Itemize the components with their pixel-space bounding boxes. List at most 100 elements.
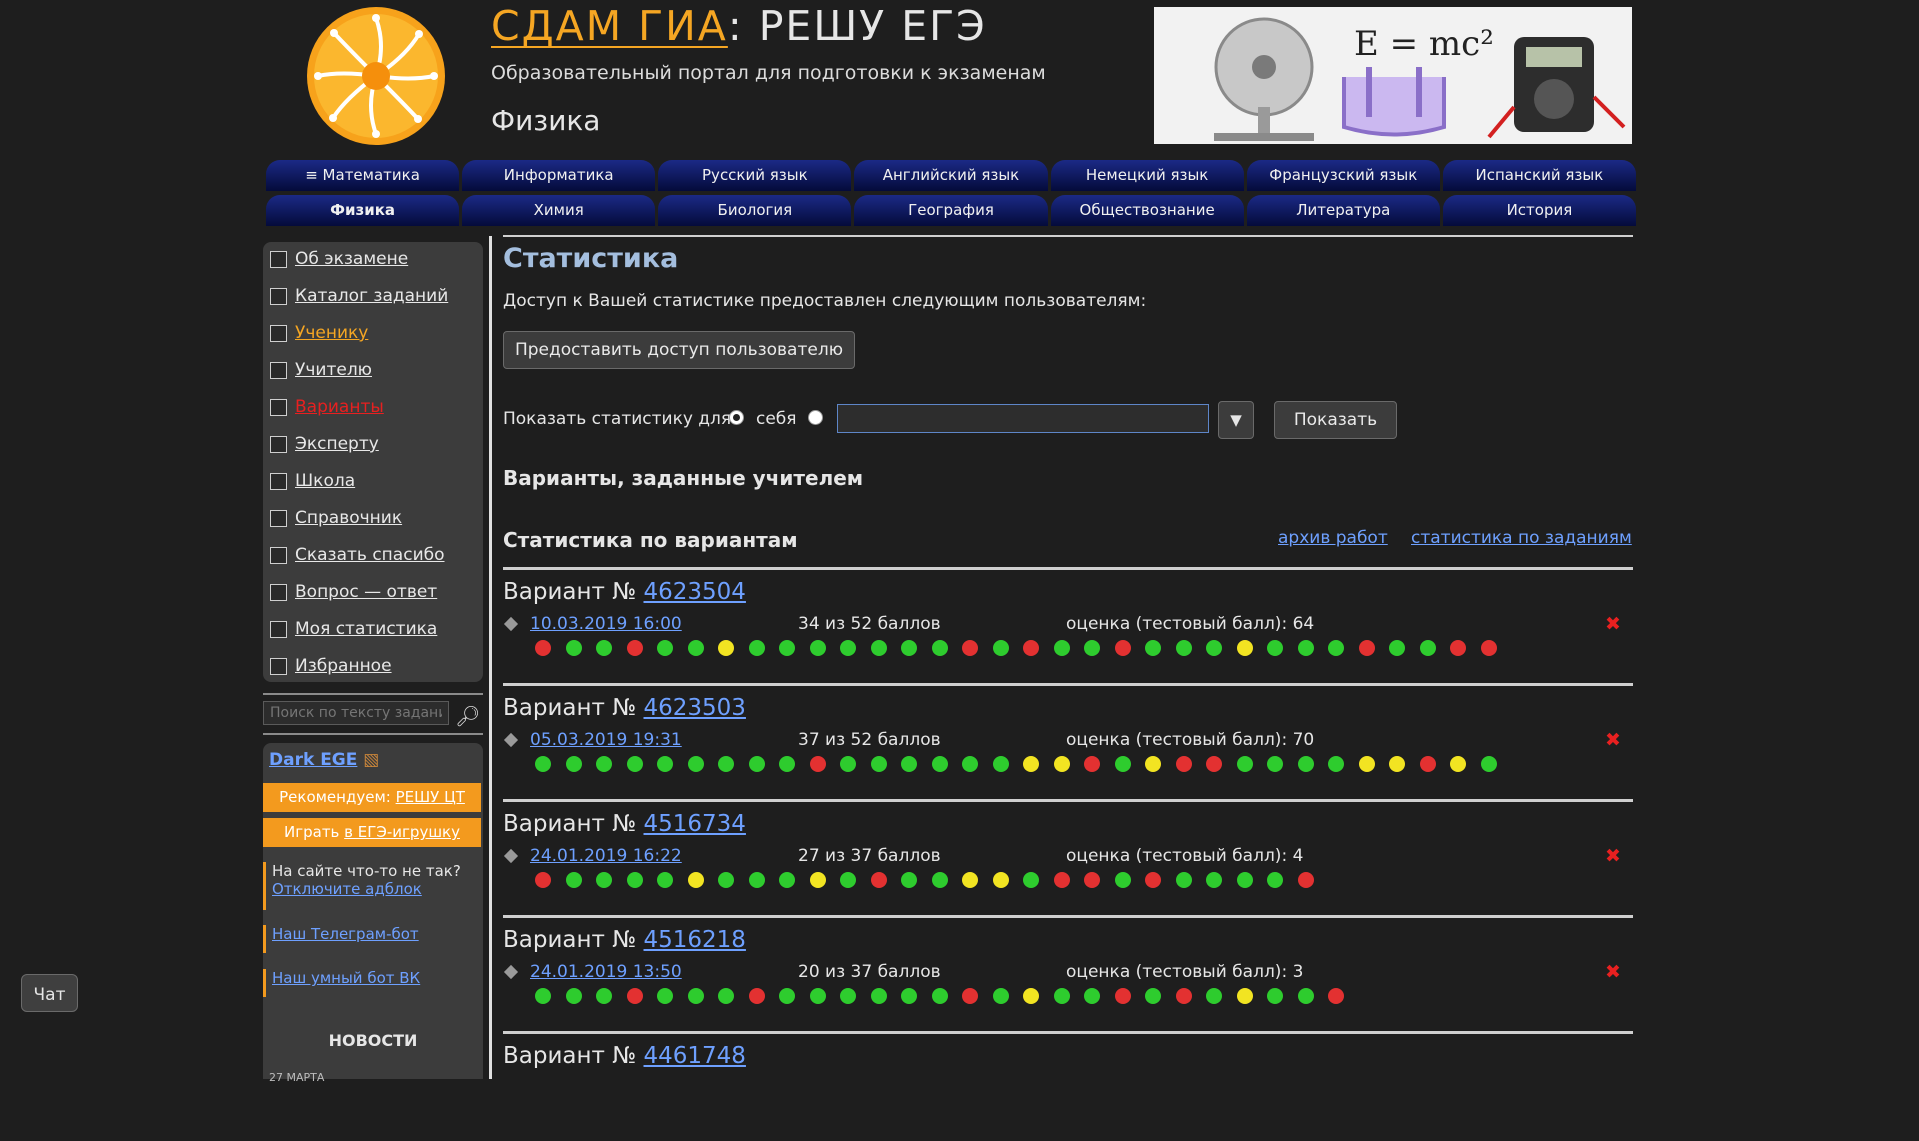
variant-date-link[interactable]: 24.01.2019 13:50: [530, 962, 682, 982]
task-result-dot[interactable]: [870, 988, 887, 1004]
tab-geography[interactable]: География: [854, 195, 1048, 226]
sidebar-item[interactable]: Каталог заданий: [270, 283, 448, 309]
task-result-dot[interactable]: [1053, 640, 1070, 656]
task-result-dot[interactable]: [1206, 872, 1222, 888]
telegram-bot-link[interactable]: Наш Телеграм-бот: [272, 925, 419, 943]
sidebar-item[interactable]: Варианты: [270, 394, 384, 420]
task-stats-link[interactable]: статистика по заданиям: [1411, 528, 1632, 548]
search-icon[interactable]: 🔎︎: [455, 704, 480, 728]
task-result-dot[interactable]: [1480, 756, 1497, 772]
task-result-dot[interactable]: [1114, 756, 1131, 772]
task-result-dot[interactable]: [748, 756, 765, 772]
task-result-dot[interactable]: [657, 872, 673, 888]
task-result-dot[interactable]: [779, 872, 795, 888]
task-result-dot[interactable]: [992, 872, 1009, 888]
task-result-dot[interactable]: [962, 640, 978, 656]
variant-number-link[interactable]: 4623504: [644, 579, 746, 605]
checkbox-icon[interactable]: [270, 250, 287, 268]
task-result-dot[interactable]: [1236, 640, 1253, 656]
sidebar-item-label[interactable]: Варианты: [295, 397, 384, 417]
task-result-dot[interactable]: [779, 640, 795, 656]
task-result-dot[interactable]: [1114, 872, 1131, 888]
task-result-dot[interactable]: [1053, 988, 1070, 1004]
archive-link[interactable]: архив работ: [1278, 528, 1388, 548]
site-brand[interactable]: СДАМ ГИА: [491, 2, 728, 50]
task-result-dot[interactable]: [1328, 640, 1344, 656]
task-result-dot[interactable]: [809, 988, 826, 1004]
task-result-dot[interactable]: [1175, 872, 1192, 888]
task-result-dot[interactable]: [718, 640, 734, 656]
radio-self-label[interactable]: себя: [756, 409, 797, 429]
task-result-dot[interactable]: [1084, 872, 1100, 888]
task-result-dot[interactable]: [596, 640, 612, 656]
delete-icon[interactable]: ✖: [1605, 613, 1621, 635]
task-result-dot[interactable]: [1114, 640, 1131, 656]
promo-link[interactable]: РЕШУ ЦТ: [396, 788, 465, 806]
variant-number-link[interactable]: 4461748: [644, 1043, 746, 1069]
radio-self[interactable]: [729, 410, 744, 425]
sidebar-item-label[interactable]: Сказать спасибо: [295, 545, 445, 565]
sidebar-item[interactable]: Моя статистика: [270, 616, 437, 642]
task-result-dot[interactable]: [1236, 872, 1253, 888]
tab-english[interactable]: Английский язык: [854, 160, 1048, 191]
task-result-dot[interactable]: [1145, 988, 1161, 1004]
task-result-dot[interactable]: [1145, 872, 1161, 888]
task-result-dot[interactable]: [596, 988, 612, 1004]
task-result-dot[interactable]: [1389, 756, 1405, 772]
variant-date-link[interactable]: 10.03.2019 16:00: [530, 614, 682, 634]
task-result-dot[interactable]: [779, 988, 795, 1004]
sidebar-item-label[interactable]: Вопрос — ответ: [295, 582, 437, 602]
task-result-dot[interactable]: [1389, 640, 1405, 656]
task-result-dot[interactable]: [748, 872, 765, 888]
task-result-dot[interactable]: [1267, 988, 1283, 1004]
delete-icon[interactable]: ✖: [1605, 961, 1621, 983]
sidebar-item[interactable]: Эксперту: [270, 431, 379, 457]
tab-chemistry[interactable]: Химия: [462, 195, 656, 226]
sidebar-item[interactable]: Избранное: [270, 653, 392, 679]
task-result-dot[interactable]: [718, 988, 734, 1004]
radio-other-user[interactable]: [808, 410, 823, 425]
task-result-dot[interactable]: [1328, 988, 1344, 1004]
task-result-dot[interactable]: [1023, 872, 1039, 888]
task-result-dot[interactable]: [626, 640, 643, 656]
task-result-dot[interactable]: [779, 756, 795, 772]
sidebar-item-label[interactable]: Справочник: [295, 508, 402, 528]
sidebar-item-label[interactable]: Школа: [295, 471, 355, 491]
checkbox-icon[interactable]: [270, 620, 287, 638]
variant-number-link[interactable]: 4516734: [644, 811, 746, 837]
task-result-dot[interactable]: [596, 872, 612, 888]
tab-spanish[interactable]: Испанский язык: [1442, 160, 1636, 191]
task-result-dot[interactable]: [565, 872, 582, 888]
vk-bot-link[interactable]: Наш умный бот ВК: [272, 969, 420, 987]
task-result-dot[interactable]: [962, 756, 978, 772]
tab-social-studies[interactable]: Обществознание: [1050, 195, 1244, 226]
tab-french[interactable]: Французский язык: [1246, 160, 1440, 191]
task-stats-link-text[interactable]: статистика по заданиям: [1411, 528, 1632, 548]
variant-date-link[interactable]: 05.03.2019 19:31: [530, 730, 682, 750]
task-result-dot[interactable]: [1450, 756, 1466, 772]
task-result-dot[interactable]: [870, 872, 887, 888]
task-result-dot[interactable]: [901, 872, 917, 888]
sidebar-item[interactable]: Ученику: [270, 320, 368, 346]
task-result-dot[interactable]: [1206, 640, 1222, 656]
task-result-dot[interactable]: [809, 756, 826, 772]
task-result-dot[interactable]: [1236, 988, 1253, 1004]
sidebar-item[interactable]: Школа: [270, 468, 355, 494]
dark-ege-link[interactable]: Dark EGE ▧: [269, 750, 379, 770]
task-result-dot[interactable]: [931, 872, 948, 888]
variant-number-link[interactable]: 4623503: [644, 695, 746, 721]
task-result-dot[interactable]: [1175, 640, 1192, 656]
task-result-dot[interactable]: [1297, 872, 1314, 888]
dropdown-arrow-icon[interactable]: ▼: [1218, 401, 1254, 439]
sidebar-item[interactable]: Справочник: [270, 505, 402, 531]
tab-math[interactable]: ≡ Математика: [266, 160, 460, 191]
tab-biology[interactable]: Биология: [658, 195, 852, 226]
task-result-dot[interactable]: [1358, 756, 1375, 772]
task-result-dot[interactable]: [901, 756, 917, 772]
checkbox-icon[interactable]: [270, 657, 287, 675]
task-result-dot[interactable]: [626, 872, 643, 888]
task-result-dot[interactable]: [962, 872, 978, 888]
task-result-dot[interactable]: [1206, 756, 1222, 772]
task-result-dot[interactable]: [931, 988, 948, 1004]
task-result-dot[interactable]: [1206, 988, 1222, 1004]
